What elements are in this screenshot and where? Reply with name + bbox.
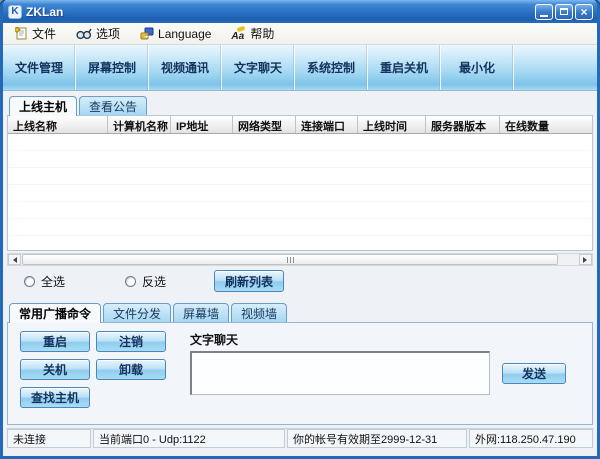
toolbar-video-comm-button[interactable]: 视频通讯	[149, 45, 222, 90]
scroll-left-arrow[interactable]	[8, 254, 21, 265]
shutdown-button[interactable]: 关机	[20, 359, 90, 380]
col-ip-address[interactable]: IP地址	[171, 116, 233, 133]
radio-invert-selection[interactable]: 反选	[125, 273, 166, 290]
table-row	[8, 151, 592, 168]
grip-icon	[286, 256, 288, 263]
minimize-button[interactable]	[535, 3, 553, 20]
tab-online-hosts[interactable]: 上线主机	[9, 96, 78, 116]
status-account-expiry: 你的帐号有效期至2999-12-31	[287, 429, 467, 448]
close-button[interactable]: ×	[575, 3, 593, 20]
radio-circle-icon	[125, 275, 137, 287]
col-online-count[interactable]: 在线数量	[500, 116, 592, 133]
tab-view-announcement[interactable]: 查看公告	[79, 96, 148, 115]
scrollbar-track[interactable]	[21, 254, 579, 265]
arrow-left-icon	[10, 256, 17, 263]
radio-select-all[interactable]: 全选	[24, 273, 65, 290]
tab-video-wall[interactable]: 视频墙	[231, 303, 288, 322]
command-buttons: 重启 注销 关机 卸载 查找主机	[20, 331, 180, 418]
table-row	[8, 185, 592, 202]
title-bar[interactable]: K ZKLan ×	[3, 0, 597, 23]
scrollbar-thumb[interactable]	[22, 254, 558, 265]
document-icon	[15, 27, 28, 40]
menu-options-label: 选项	[96, 27, 121, 41]
refresh-list-button[interactable]: 刷新列表	[214, 270, 285, 292]
table-row	[8, 202, 592, 219]
col-connect-port[interactable]: 连接端口	[296, 116, 358, 133]
window-title: ZKLan	[26, 4, 64, 19]
table-row	[8, 168, 592, 185]
command-tabs: 常用广播命令 文件分发 屏幕墙 视频墙	[9, 302, 594, 323]
table-header-row: 上线名称 计算机名称 IP地址 网络类型 连接端口 上线时间 服务器版本 在线数…	[8, 116, 592, 134]
col-online-name[interactable]: 上线名称	[8, 116, 108, 133]
status-external-ip: 外网:118.250.47.190	[469, 429, 593, 448]
horizontal-scrollbar[interactable]	[7, 253, 593, 266]
col-server-version[interactable]: 服务器版本	[426, 116, 500, 133]
scroll-right-arrow[interactable]	[579, 254, 592, 265]
grip-icon	[292, 256, 294, 263]
toolbar-minimize-button[interactable]: 最小化	[441, 45, 514, 90]
app-logo-icon: K	[8, 4, 22, 19]
status-bar: 未连接 当前端口0 - Udp:1122 你的帐号有效期至2999-12-31 …	[6, 428, 594, 448]
main-toolbar: 文件管理 屏幕控制 视频通讯 文字聊天 系统控制 重启关机 最小化	[3, 45, 597, 91]
table-row	[8, 236, 592, 250]
language-switch-icon	[140, 27, 154, 40]
host-tabs: 上线主机 查看公告	[9, 95, 594, 116]
broadcast-panel: 重启 注销 关机 卸载 查找主机 文字聊天 发送	[7, 322, 593, 425]
toolbar-restart-shutdown-button[interactable]: 重启关机	[368, 45, 441, 90]
menu-help[interactable]: Aa 帮助	[221, 23, 284, 44]
arrow-right-icon	[583, 256, 590, 263]
grip-icon	[289, 256, 291, 263]
font-key-icon: Aa	[231, 25, 246, 42]
tab-screen-wall[interactable]: 屏幕墙	[173, 303, 230, 322]
restore-icon	[560, 8, 568, 15]
restore-button[interactable]	[555, 3, 573, 20]
toolbar-screen-control-button[interactable]: 屏幕控制	[76, 45, 149, 90]
radio-circle-icon	[24, 275, 35, 287]
menu-file[interactable]: 文件	[5, 23, 66, 44]
toolbar-file-manage-button[interactable]: 文件管理	[3, 45, 76, 90]
host-list-table[interactable]: 上线名称 计算机名称 IP地址 网络类型 连接端口 上线时间 服务器版本 在线数…	[7, 115, 593, 251]
menu-file-label: 文件	[32, 27, 57, 41]
binoculars-icon	[76, 27, 92, 40]
logout-button[interactable]: 注销	[96, 331, 166, 352]
chat-input[interactable]	[190, 351, 490, 395]
status-current-port: 当前端口0 - Udp:1122	[93, 429, 285, 448]
col-computer-name[interactable]: 计算机名称	[108, 116, 171, 133]
col-online-time[interactable]: 上线时间	[358, 116, 426, 133]
table-row	[8, 219, 592, 236]
close-icon: ×	[580, 4, 588, 19]
col-network-type[interactable]: 网络类型	[233, 116, 296, 133]
toolbar-system-control-button[interactable]: 系统控制	[295, 45, 368, 90]
find-host-button[interactable]: 查找主机	[20, 387, 90, 408]
tab-file-distribution[interactable]: 文件分发	[103, 303, 172, 322]
chat-label: 文字聊天	[190, 333, 239, 347]
table-row	[8, 134, 592, 151]
table-body-empty[interactable]	[8, 134, 592, 250]
restart-button[interactable]: 重启	[20, 331, 90, 352]
send-button[interactable]: 发送	[502, 362, 566, 384]
app-window: K ZKLan × 文件 选项 Language Aa 帮助 文件管理 屏幕控制…	[0, 0, 600, 459]
client-area: 上线主机 查看公告 上线名称 计算机名称 IP地址 网络类型 连接端口 上线时间…	[3, 91, 597, 456]
menu-options[interactable]: 选项	[66, 23, 130, 44]
minimize-icon	[540, 14, 548, 17]
selection-row: 全选 反选 刷新列表	[6, 266, 594, 296]
menu-bar: 文件 选项 Language Aa 帮助	[3, 23, 597, 45]
radio-select-all-label: 全选	[41, 274, 66, 289]
tab-broadcast-commands[interactable]: 常用广播命令	[9, 303, 102, 323]
menu-language[interactable]: Language	[130, 23, 221, 44]
toolbar-text-chat-button[interactable]: 文字聊天	[222, 45, 295, 90]
chat-area: 文字聊天 发送	[180, 331, 584, 418]
menu-help-label: 帮助	[250, 27, 275, 41]
radio-invert-label: 反选	[142, 274, 167, 289]
menu-language-label: Language	[158, 26, 212, 41]
status-connection: 未连接	[7, 429, 91, 448]
uninstall-button[interactable]: 卸载	[96, 359, 166, 380]
